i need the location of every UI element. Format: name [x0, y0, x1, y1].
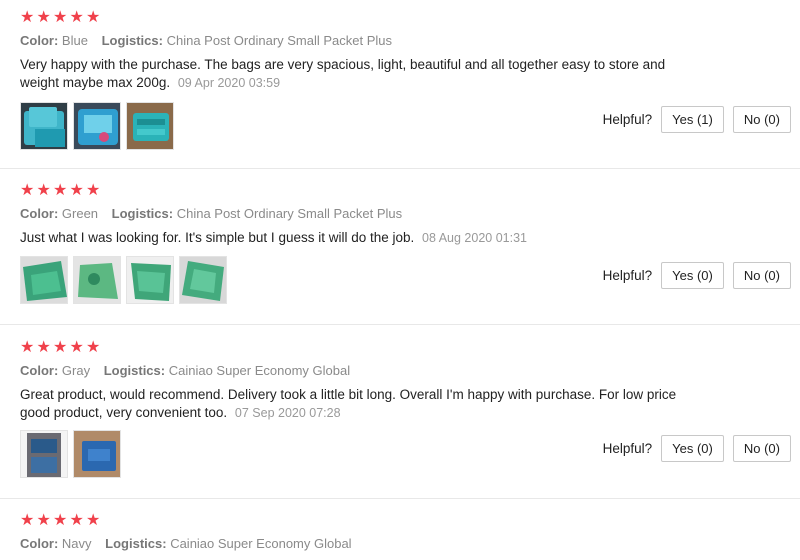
review-photos — [20, 430, 121, 478]
review-photo[interactable] — [73, 102, 121, 150]
review-photo[interactable] — [126, 256, 174, 304]
star-rating: ★ ★ ★ ★ ★ — [20, 513, 102, 529]
review-photo[interactable] — [20, 102, 68, 150]
helpful-section: Helpful? Yes (0) No (0) — [603, 435, 800, 462]
review-body: Very happy with the purchase. The bags a… — [20, 57, 666, 90]
star-icon: ★ — [69, 182, 84, 199]
helpful-no-button[interactable]: No (0) — [732, 262, 791, 289]
logistics-label: Logistics: — [105, 536, 167, 551]
review-body: Great product, would recommend. Delivery… — [20, 387, 677, 420]
review-photos — [20, 256, 227, 304]
star-icon: ★ — [86, 9, 101, 26]
star-rating: ★ ★ ★ ★ ★ — [20, 10, 102, 26]
star-icon: ★ — [20, 339, 35, 356]
review-text: Great product, would recommend. Delivery… — [20, 386, 680, 422]
review-item: ★ ★ ★ ★ ★ Color: Gray Logistics: Cainiao Sup… — [0, 324, 800, 499]
review-photo[interactable] — [73, 430, 121, 478]
color-label: Color: — [20, 363, 59, 378]
logistics-label: Logistics: — [111, 206, 174, 221]
logistics-value: Cainiao Super Economy Global — [168, 363, 351, 378]
helpful-section: Helpful? Yes (1) No (0) — [603, 106, 800, 133]
star-icon: ★ — [36, 9, 51, 26]
star-rating: ★ ★ ★ ★ ★ — [20, 340, 102, 356]
star-icon: ★ — [86, 182, 101, 199]
color-value: Blue — [61, 33, 88, 48]
star-icon: ★ — [53, 182, 68, 199]
helpful-section: Helpful? Yes (0) No (0) — [603, 262, 800, 289]
star-icon: ★ — [86, 512, 101, 529]
color-label: Color: — [20, 206, 59, 221]
review-photos — [20, 102, 174, 150]
review-photo[interactable] — [20, 256, 68, 304]
review-photo[interactable] — [20, 430, 68, 478]
review-photo[interactable] — [179, 256, 227, 304]
review-meta: Color: Gray Logistics: Cainiao Super Eco… — [20, 363, 350, 378]
helpful-yes-button[interactable]: Yes (1) — [661, 106, 724, 133]
star-icon: ★ — [69, 9, 84, 26]
review-meta: Color: Blue Logistics: China Post Ordina… — [20, 33, 392, 48]
star-icon: ★ — [53, 512, 68, 529]
color-value: Navy — [61, 536, 92, 551]
helpful-label: Helpful? — [602, 112, 653, 127]
star-icon: ★ — [53, 9, 68, 26]
logistics-value: China Post Ordinary Small Packet Plus — [166, 33, 393, 48]
color-value: Gray — [61, 363, 91, 378]
logistics-value: China Post Ordinary Small Packet Plus — [176, 206, 403, 221]
review-body: Just what I was looking for. It's simple… — [20, 230, 415, 245]
star-icon: ★ — [69, 512, 84, 529]
review-text: Just what I was looking for. It's simple… — [20, 229, 680, 247]
review-item: ★ ★ ★ ★ ★ Color: Green Logistics: China Post… — [0, 168, 800, 325]
logistics-label: Logistics: — [101, 33, 163, 48]
star-icon: ★ — [69, 339, 84, 356]
review-photo[interactable] — [73, 256, 121, 304]
helpful-no-button[interactable]: No (0) — [732, 106, 791, 133]
color-value: Green — [61, 206, 99, 221]
helpful-label: Helpful? — [602, 441, 653, 456]
review-item: ★ ★ ★ ★ ★ Color: Blue Logistics: China Post … — [0, 0, 800, 169]
helpful-label: Helpful? — [602, 268, 653, 283]
star-icon: ★ — [86, 339, 101, 356]
star-icon: ★ — [20, 512, 35, 529]
helpful-no-button[interactable]: No (0) — [732, 435, 791, 462]
review-meta: Color: Green Logistics: China Post Ordin… — [20, 206, 402, 221]
star-icon: ★ — [36, 182, 51, 199]
review-date: 08 Aug 2020 01:31 — [422, 231, 527, 245]
color-label: Color: — [20, 536, 59, 551]
logistics-label: Logistics: — [103, 363, 166, 378]
color-label: Color: — [20, 33, 59, 48]
star-icon: ★ — [20, 9, 35, 26]
review-item: ★ ★ ★ ★ ★ Color: Navy Logistics: Cainiao Sup… — [0, 498, 800, 560]
review-text: Very happy with the purchase. The bags a… — [20, 56, 680, 92]
review-photo[interactable] — [126, 102, 174, 150]
logistics-value: Cainiao Super Economy Global — [170, 536, 352, 551]
review-date: 09 Apr 2020 03:59 — [177, 76, 281, 90]
star-icon: ★ — [20, 182, 35, 199]
star-icon: ★ — [36, 512, 51, 529]
review-meta: Color: Navy Logistics: Cainiao Super Eco… — [20, 536, 352, 551]
star-icon: ★ — [36, 339, 51, 356]
star-rating: ★ ★ ★ ★ ★ — [20, 183, 102, 199]
star-icon: ★ — [53, 339, 68, 356]
review-date: 07 Sep 2020 07:28 — [234, 406, 341, 420]
helpful-yes-button[interactable]: Yes (0) — [661, 262, 724, 289]
helpful-yes-button[interactable]: Yes (0) — [661, 435, 724, 462]
